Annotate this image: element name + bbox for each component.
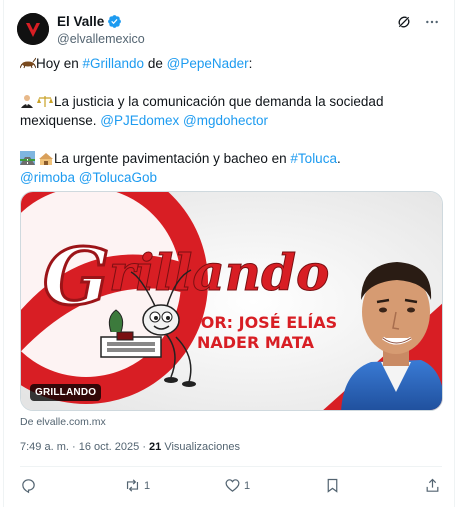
tweet-container: El Valle @elvallemexico Hoy en #Grilland… (3, 0, 455, 507)
card-byline-2: NADER MATA (197, 333, 315, 352)
retweet-icon (126, 479, 139, 492)
mention-pepenader[interactable]: @PepeNader (167, 56, 249, 71)
tweet-text-segment: . (336, 151, 341, 166)
mention-tolucagob[interactable]: @TolucaGob (79, 170, 157, 185)
account-name[interactable]: El Valle (57, 14, 104, 29)
card-image: G rillando POR: JOSÉ ELÍAS NADER MATA (21, 192, 442, 410)
tweet-actions: 1 1 (20, 475, 442, 499)
tweet-meta: 7:49 a. m. · 16 oct. 2025 · 21 Visualiza… (20, 441, 240, 453)
like-button[interactable]: 1 (224, 477, 250, 494)
tweet-text-segment: La urgente pavimentación y bacheo en (54, 151, 291, 166)
judge-and-scales-emoji-icon (21, 95, 53, 108)
header-actions (396, 14, 440, 30)
tweet-text: Hoy en #Grillando de @PepeNader: La just… (19, 54, 442, 187)
tweet-date[interactable]: 16 oct. 2025 (79, 441, 140, 453)
card-badge: GRILLANDO (30, 384, 102, 401)
tweet-header: El Valle @elvallemexico (57, 13, 145, 46)
views-label: Visualizaciones (161, 441, 240, 453)
bookmark-button[interactable] (324, 477, 341, 494)
road-and-construction-emoji-icon (20, 151, 53, 165)
bookmark-icon (327, 478, 338, 493)
mention-pjedomex[interactable]: @PJEdomex (100, 113, 179, 128)
cricket-emoji-icon (19, 57, 37, 69)
verified-badge-icon (108, 15, 122, 28)
tweet-time[interactable]: 7:49 a. m. (20, 441, 69, 453)
tweet-text-segment: de (144, 56, 167, 71)
account-handle[interactable]: @elvallemexico (57, 32, 145, 46)
mention-rimoba[interactable]: @rimoba (20, 170, 75, 185)
retweet-count: 1 (144, 479, 151, 492)
card-title-rest: rillando (109, 243, 329, 302)
avatar[interactable] (17, 13, 49, 45)
share-button[interactable] (424, 477, 441, 494)
reply-icon (22, 479, 35, 494)
tweet-line-3: La urgente pavimentación y bacheo en #To… (20, 149, 442, 168)
views-count: 21 (149, 441, 162, 453)
tweet-text-segment: : (248, 56, 253, 71)
tweet-text-segment: Hoy en (36, 56, 83, 71)
hashtag-toluca[interactable]: #Toluca (290, 151, 337, 166)
grok-icon[interactable] (396, 14, 412, 30)
divider (20, 466, 442, 467)
hashtag-grillando[interactable]: #Grillando (83, 56, 145, 71)
retweet-button[interactable]: 1 (124, 477, 150, 494)
heart-icon (225, 479, 240, 492)
meta-separator: · (139, 441, 150, 453)
meta-separator: · (68, 441, 79, 453)
card-title-initial: G (43, 232, 110, 323)
mention-mgdohector[interactable]: @mgdohector (183, 113, 268, 128)
el-valle-logo (17, 13, 49, 45)
tweet-line-4: @rimoba @TolucaGob (20, 168, 442, 187)
card-source[interactable]: De elvalle.com.mx (20, 416, 106, 428)
like-count: 1 (244, 479, 251, 492)
card-byline-1: POR: JOSÉ ELÍAS (189, 313, 337, 332)
link-preview-card[interactable]: G rillando POR: JOSÉ ELÍAS NADER MATA GR… (20, 191, 443, 411)
more-options-icon[interactable] (424, 14, 440, 30)
reply-button[interactable] (20, 477, 40, 494)
share-icon (426, 478, 439, 492)
tweet-line-2: La justicia y la comunicación que demand… (20, 92, 442, 130)
tweet-line-1: Hoy en #Grillando de @PepeNader: (19, 54, 442, 73)
